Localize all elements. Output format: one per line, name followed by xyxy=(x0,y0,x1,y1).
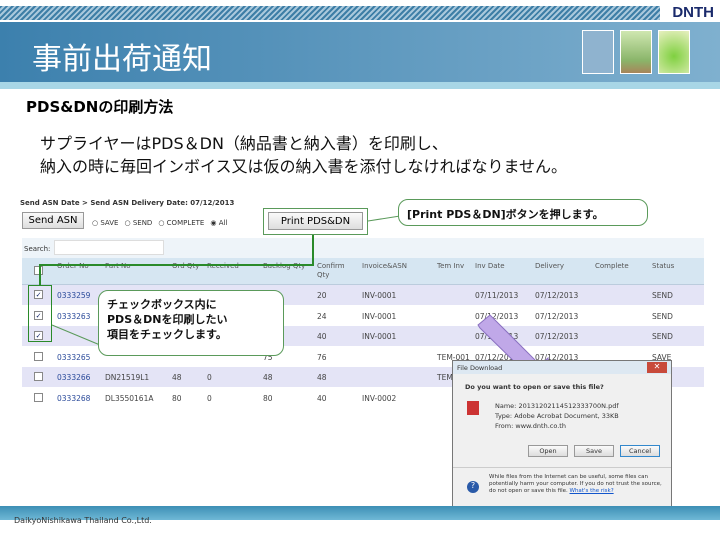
close-icon[interactable]: ✕ xyxy=(647,362,667,373)
callout-line: チェックボックス内に xyxy=(107,298,217,311)
print-callout: [Print PDS＆DN]ボタンを押します。 xyxy=(398,199,648,226)
warning-text: While files from the Internet can be use… xyxy=(489,474,662,494)
shield-help-icon: ? xyxy=(467,481,479,493)
file-name: 20131202114512333700N.pdf xyxy=(518,402,619,410)
open-button[interactable]: Open xyxy=(528,445,568,457)
risk-link[interactable]: What's the risk? xyxy=(570,488,614,494)
dialog-title: File Download xyxy=(457,364,503,372)
footer-company: DaikyoNishikawa Thailand Co.,Ltd. xyxy=(14,516,152,525)
cancel-button[interactable]: Cancel xyxy=(620,445,660,457)
checkbox-callout: チェックボックス内に PDS＆DNを印刷したい 項目をチェックします。 xyxy=(98,290,284,356)
file-type: Adobe Acrobat Document, 33KB xyxy=(514,412,619,420)
dialog-question: Do you want to open or save this file? xyxy=(465,383,604,391)
callout-line: 項目をチェックします。 xyxy=(107,328,227,341)
file-source: www.dnth.co.th xyxy=(515,422,566,430)
checkbox-highlight xyxy=(28,285,52,342)
dialog-titlebar: File Download xyxy=(453,361,671,374)
file-download-dialog: File Download ✕ Do you want to open or s… xyxy=(452,360,672,515)
save-button[interactable]: Save xyxy=(574,445,614,457)
pdf-file-icon xyxy=(467,401,479,415)
file-info: Name: 20131202114512333700N.pdf Type: Ad… xyxy=(495,402,619,430)
divider xyxy=(453,467,671,468)
callout-line: PDS＆DNを印刷したい xyxy=(107,313,228,326)
